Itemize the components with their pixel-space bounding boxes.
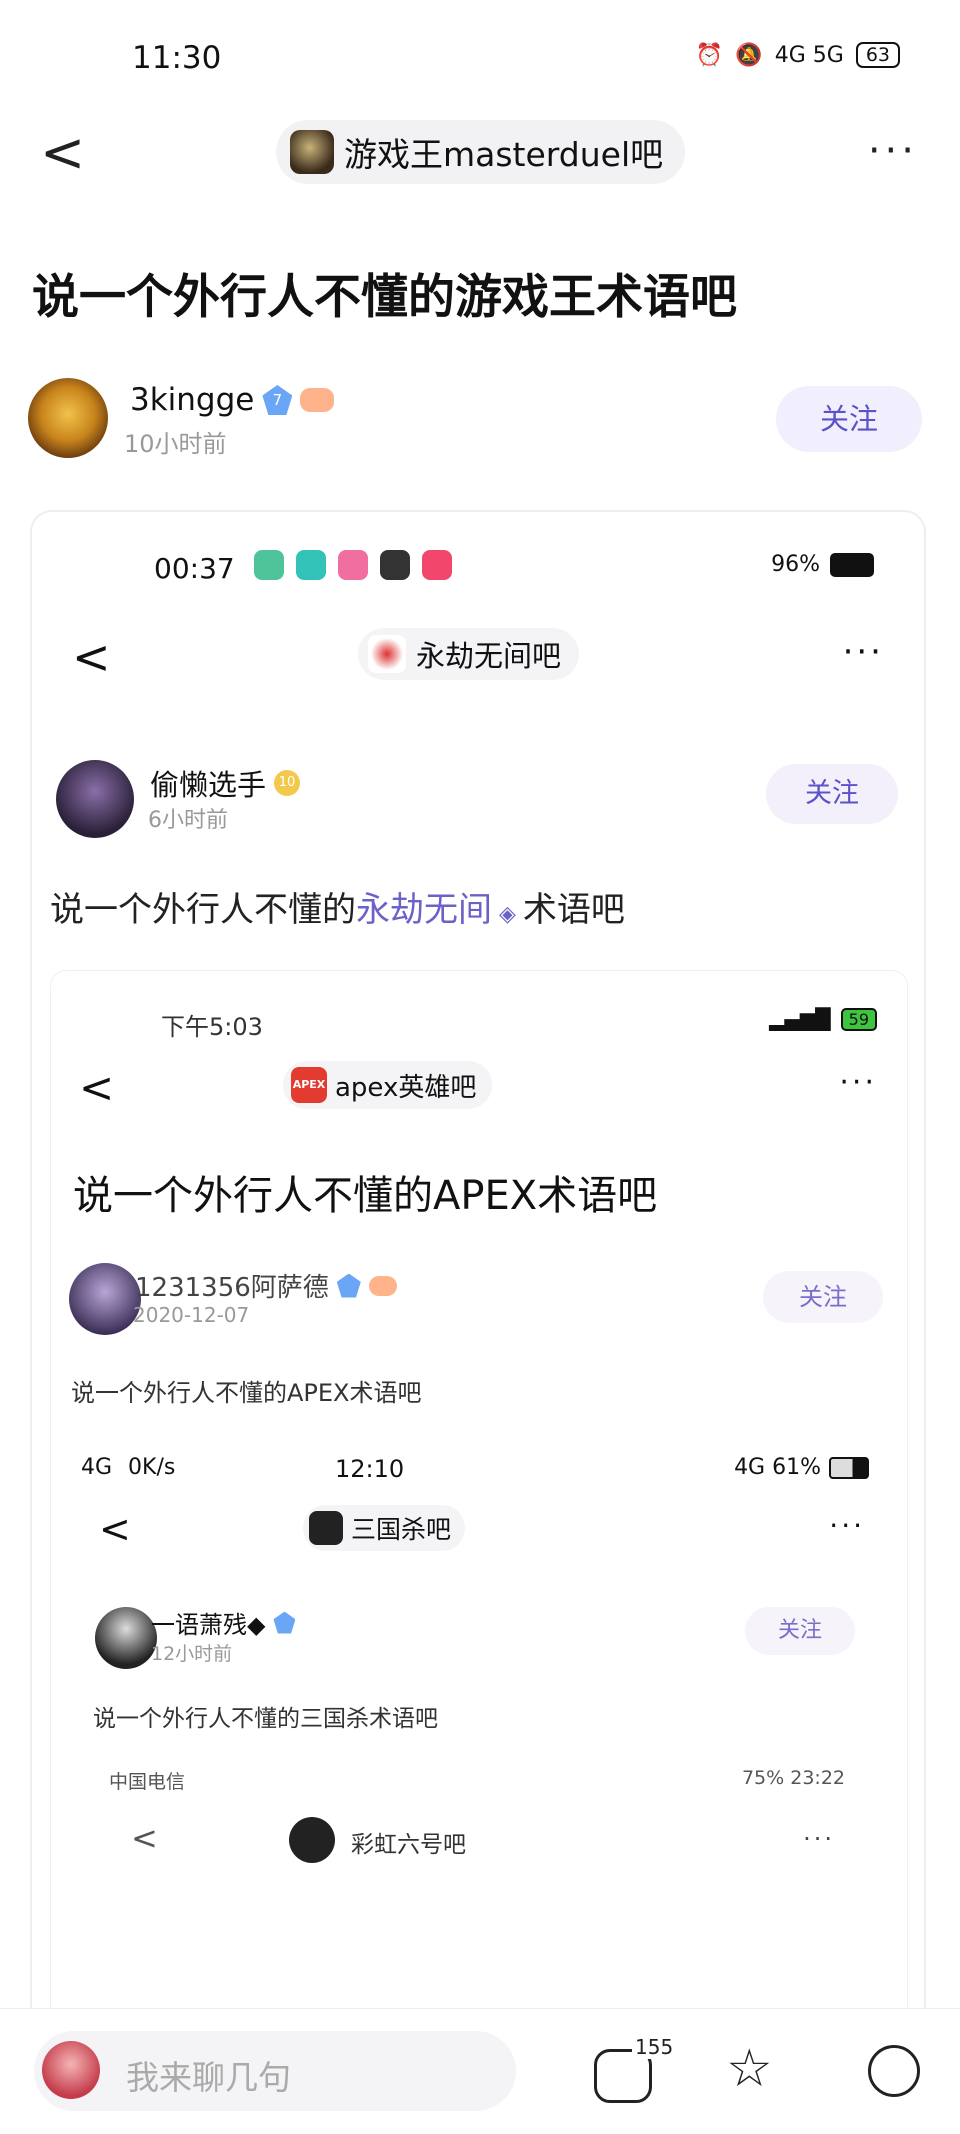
nested-forum-name: apex英雄吧 (335, 1072, 477, 1103)
nested-post-text: 说一个外行人不懂的APEX术语吧 (71, 1379, 422, 1407)
author-avatar[interactable] (28, 378, 108, 458)
nested3-avatar (95, 1607, 157, 1669)
comment-placeholder: 我来聊几句 (126, 2058, 291, 2097)
forum-logo-icon (289, 1817, 335, 1863)
forum-pill[interactable]: 游戏王masterduel吧 (276, 120, 686, 184)
nested3-post-text: 说一个外行人不懂的三国杀术语吧 (93, 1706, 438, 1732)
network-label: 4G 5G (774, 42, 844, 68)
nested-status-right: ▂▄▆█ 59 (769, 1007, 877, 1031)
follow-button[interactable]: 关注 (776, 386, 922, 452)
battery-indicator: 63 (855, 42, 900, 68)
more-icon[interactable]: ··· (868, 128, 918, 174)
nested-back-icon: < (79, 1063, 115, 1112)
comment-input[interactable]: 我来聊几句 (34, 2031, 516, 2111)
nested3-speed: 0K/s (128, 1455, 176, 1480)
nested-author-name: 1231356阿萨德 (135, 1273, 329, 1303)
embed-status-time: 00:37 (154, 552, 235, 585)
back-icon[interactable]: < (40, 126, 85, 180)
nested3-post-time: 12小时前 (151, 1643, 233, 1665)
alarm-icon: ⏰ (695, 42, 724, 68)
comment-count: 155 (632, 2035, 677, 2059)
nested3-more-icon: ··· (829, 1509, 865, 1542)
nested3-forum-name: 三国杀吧 (351, 1515, 452, 1544)
embed-more-icon: ··· (842, 632, 884, 672)
status-time: 11:30 (132, 40, 222, 76)
embed-battery-percent: 96% (771, 552, 820, 577)
level-badge-icon: 7 (262, 385, 293, 415)
app-icon (254, 550, 284, 580)
nested3-follow-button: 关注 (745, 1607, 855, 1655)
user-avatar (42, 2041, 100, 2099)
battery-icon (829, 1456, 869, 1479)
nested-forum-pill: APEX apex英雄吧 (283, 1061, 493, 1109)
embed-status-right: 96% (771, 552, 874, 577)
embed-back-icon: < (72, 630, 111, 684)
post-title: 说一个外行人不懂的游戏王术语吧 (32, 270, 737, 325)
tag-icon: ◈ (492, 902, 523, 927)
mute-icon: 🔕 (735, 42, 763, 68)
nested-post-date: 2020-12-07 (133, 1303, 250, 1327)
embed-author-name: 偷懒选手 (150, 768, 267, 802)
nested4-back-icon: < (131, 1819, 158, 1857)
author-name[interactable]: 3kingge (130, 382, 254, 418)
app-icon (338, 550, 368, 580)
embed-follow-button: 关注 (766, 764, 898, 824)
status-icons: ⏰ 🔕 4G 5G 63 (696, 42, 900, 68)
embed-forum-name: 永劫无间吧 (416, 639, 562, 673)
nested-more-icon: ··· (839, 1065, 877, 1100)
gamepad-icon (300, 388, 335, 412)
embed-post-text: 说一个外行人不懂的永劫无间 ◈ 术语吧 (50, 882, 625, 931)
embed-text-prefix: 说一个外行人不懂的 (50, 890, 356, 930)
nested4-more-icon: ··· (803, 1825, 835, 1853)
wechat-icon (380, 550, 410, 580)
level-badge-icon (273, 1611, 296, 1634)
embed-author-row: 偷懒选手 10 (150, 762, 301, 804)
forum-logo-icon (309, 1511, 343, 1545)
level-badge-icon: 10 (274, 770, 301, 796)
level-badge-icon (336, 1273, 361, 1298)
author-row: 3kingge 7 (130, 382, 335, 418)
nested-status-time: 下午5:03 (161, 1013, 263, 1041)
nested3-author-row: 一语萧残◆ (151, 1605, 296, 1640)
embed-text-suffix: 术语吧 (522, 890, 625, 930)
nested3-network: 4G (81, 1455, 113, 1480)
nested-post-title: 说一个外行人不懂的APEX术语吧 (73, 1173, 658, 1219)
nested-screenshot-sanguosha: 4G 0K/s 12:10 4G 61% < 三国杀吧 ··· 一语萧残◆ 12… (75, 1455, 875, 2052)
embed-forum-pill: 永劫无间吧 (358, 628, 580, 680)
nested3-status-right: 4G 61% (734, 1455, 869, 1480)
nested3-battery-percent: 4G 61% (734, 1455, 821, 1480)
nested-follow-button: 关注 (763, 1271, 883, 1323)
nested-battery: 59 (840, 1007, 877, 1031)
app-icon (296, 550, 326, 580)
forum-name: 游戏王masterduel吧 (344, 135, 664, 174)
play-icon (422, 550, 452, 580)
nested3-status-time: 12:10 (335, 1455, 405, 1483)
nested4-status-right: 75% 23:22 (741, 1767, 845, 1789)
nested3-status-left: 4G 0K/s (81, 1455, 175, 1480)
nested3-back-icon: < (99, 1507, 131, 1551)
signal-icon: ▂▄▆█ (769, 1007, 831, 1031)
nested-author-row: 1231356阿萨德 (135, 1267, 397, 1304)
battery-icon (830, 552, 874, 577)
share-icon[interactable] (868, 2045, 920, 2097)
star-icon[interactable]: ☆ (726, 2039, 773, 2099)
embed-text-link: 永劫无间 (356, 890, 492, 930)
nested3-forum-pill: 三国杀吧 (303, 1505, 466, 1551)
gamepad-icon (368, 1275, 397, 1296)
embed-app-icons (254, 550, 452, 580)
apex-logo-icon: APEX (291, 1067, 327, 1103)
nested-screenshot-apex: 下午5:03 ▂▄▆█ 59 < APEX apex英雄吧 ··· 说一个外行人… (50, 970, 908, 2052)
embed-post-time: 6小时前 (148, 808, 228, 833)
bottom-bar: 我来聊几句 155 ☆ (0, 2008, 960, 2134)
forum-logo-icon (290, 130, 334, 174)
forum-logo-icon (368, 635, 406, 673)
post-time: 10小时前 (124, 430, 227, 458)
embed-avatar (56, 760, 134, 838)
nested4-carrier: 中国电信 (109, 1771, 186, 1793)
post-image[interactable]: 00:37 96% < 永劫无间吧 ··· 偷懒选手 10 6小时前 关注 说一… (30, 510, 926, 2054)
nested-avatar (69, 1263, 141, 1335)
nested4-forum-name: 彩虹六号吧 (351, 1832, 466, 1858)
nested3-author-name: 一语萧残◆ (151, 1611, 266, 1639)
